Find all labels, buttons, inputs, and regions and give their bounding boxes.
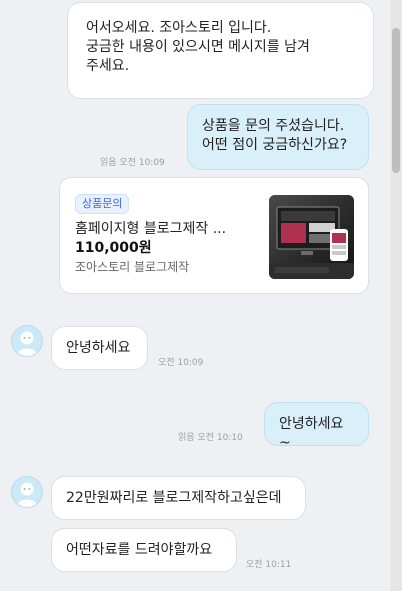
scrollbar-thumb[interactable] <box>392 28 400 173</box>
user-message-2-meta: 오전 10:11 <box>246 560 292 570</box>
greeting-line-2: 궁금한 내용이 있으시면 메시지를 남겨 <box>86 39 310 55</box>
user-avatar-icon <box>11 325 43 357</box>
product-title: 홈페이지형 블로그제작 ... <box>75 221 227 237</box>
product-tag: 상품문의 <box>75 194 130 214</box>
inquiry-line-1: 상품을 문의 주셨습니다. <box>202 118 345 134</box>
product-thumbnail-image <box>269 195 354 279</box>
greeting-line-1: 어서오세요. 조아스토리 입니다. <box>86 20 272 36</box>
user-message-2a: 22만원짜리로 블로그제작하고싶은데 <box>51 476 306 520</box>
user-avatar-icon <box>11 476 43 508</box>
product-card[interactable]: 상품문의 홈페이지형 블로그제작 ... 110,000원 조아스토리 블로그제… <box>59 177 369 294</box>
inquiry-meta: 읽음 오전 10:09 <box>100 158 165 168</box>
user-message-1-text: 안녕하세요 <box>66 340 131 356</box>
user-message-1-meta: 오전 10:09 <box>158 358 204 368</box>
product-seller: 조아스토리 블로그제작 <box>75 260 190 274</box>
my-message-2: 안녕하세요~ <box>264 402 369 451</box>
user-message-2b-text: 어떤자료를 드려야할까요 <box>66 542 213 558</box>
user-message-2a-text: 22만원짜리로 블로그제작하고싶은데 <box>66 490 282 506</box>
inquiry-line-2: 어떤 점이 궁금하신가요? <box>202 137 348 153</box>
product-price: 110,000원 <box>75 240 152 256</box>
user-message-2b: 어떤자료를 드려야할까요 <box>51 528 237 572</box>
greeting-message: 어서오세요. 조아스토리 입니다. 궁금한 내용이 있으시면 메시지를 남겨 주… <box>67 2 374 99</box>
my-message-2-meta: 읽음 오전 10:10 <box>178 433 243 443</box>
my-message-2-text: 안녕하세요~ <box>279 416 344 451</box>
user-message-1: 안녕하세요 <box>51 326 148 370</box>
greeting-line-3: 주세요. <box>86 58 130 74</box>
scrollbar[interactable] <box>390 0 402 591</box>
inquiry-message: 상품을 문의 주셨습니다. 어떤 점이 궁금하신가요? <box>187 104 369 170</box>
